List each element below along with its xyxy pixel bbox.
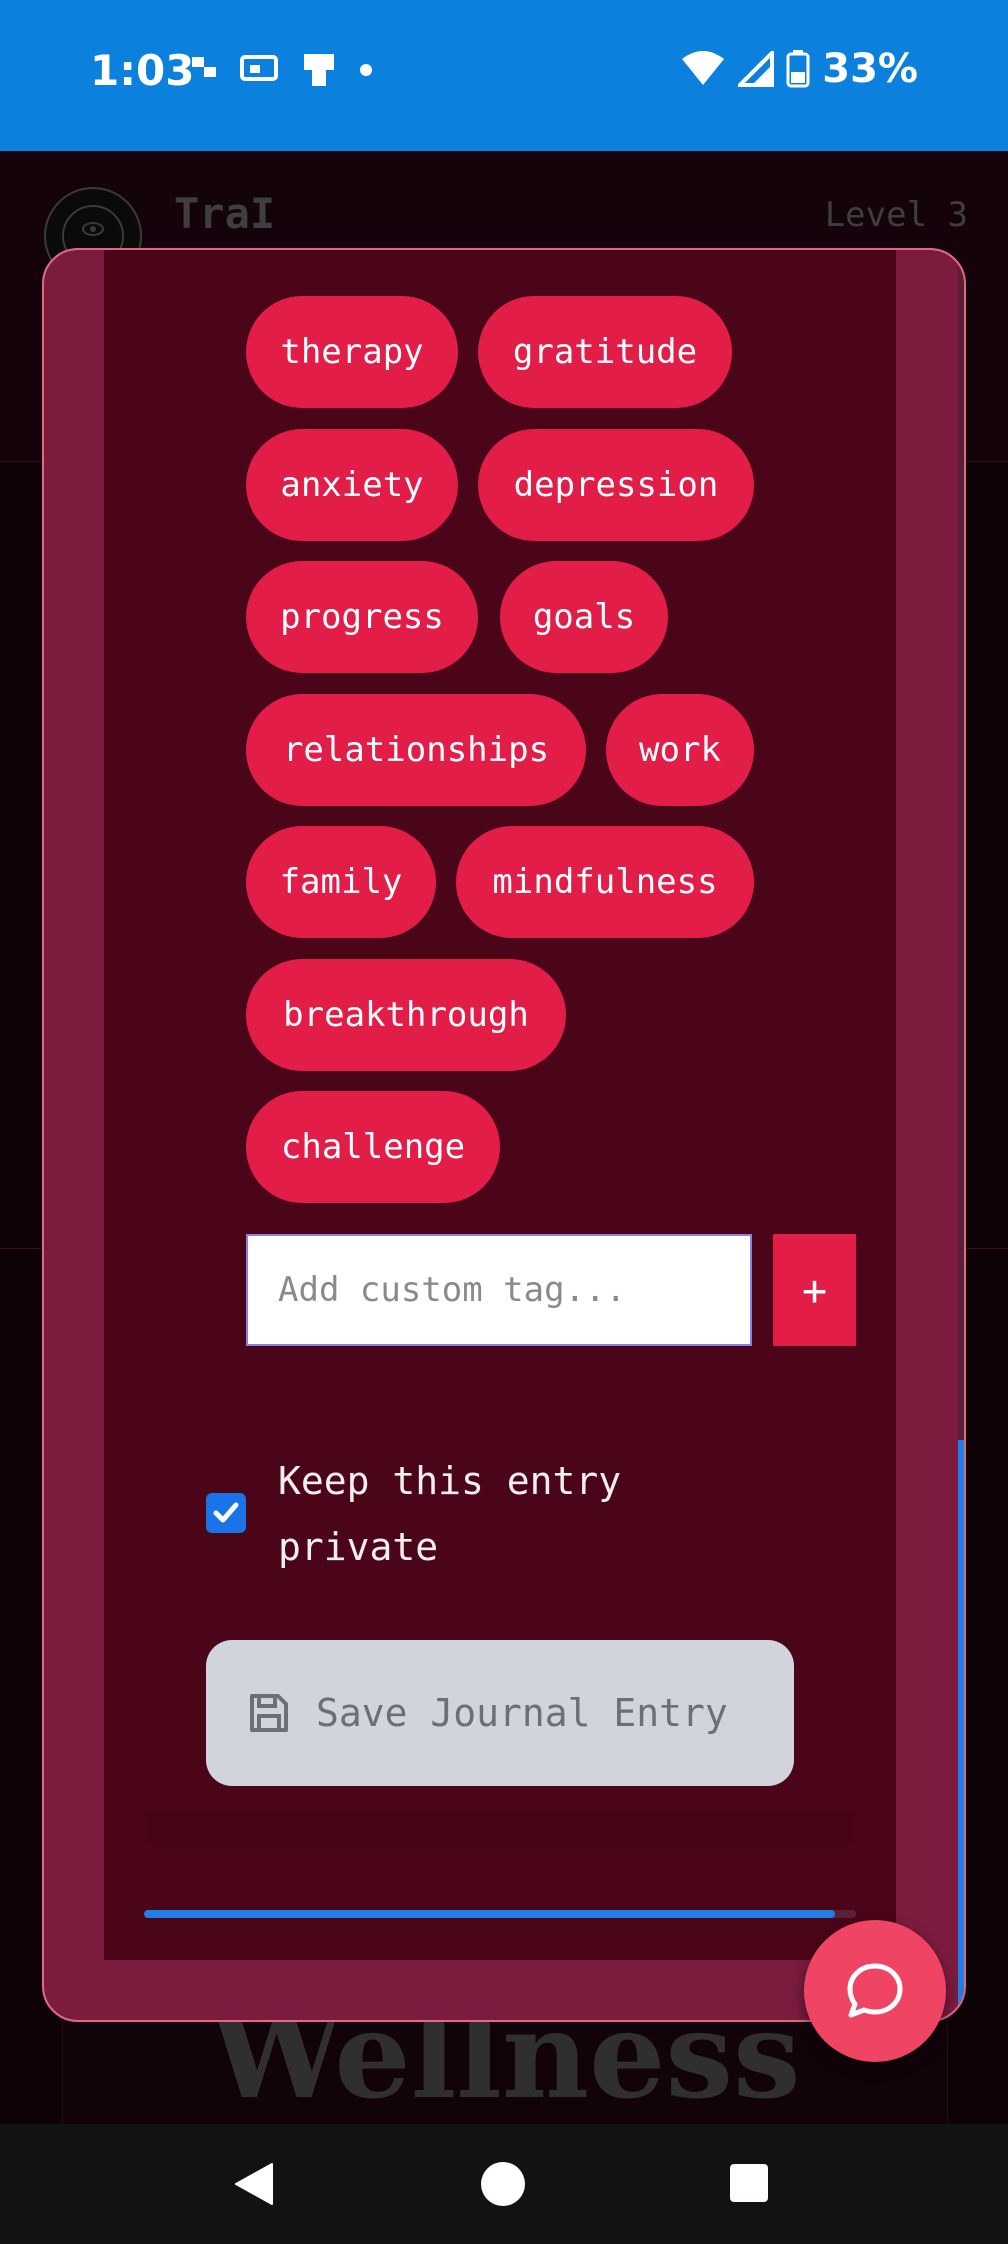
app-title: TraI xyxy=(174,189,276,238)
system-nav-bar xyxy=(0,2124,1008,2244)
custom-tag-input[interactable] xyxy=(246,1234,752,1346)
home-icon[interactable] xyxy=(481,2162,525,2206)
tag-mindfulness[interactable]: mindfulness xyxy=(456,826,754,938)
chat-fab-button[interactable] xyxy=(804,1920,946,2062)
add-tag-button[interactable]: + xyxy=(773,1234,856,1346)
level-indicator: Level 3 xyxy=(824,195,968,235)
card-bottom-edge xyxy=(146,1810,854,1850)
tag-relationships[interactable]: relationships xyxy=(246,694,586,806)
chat-bubble-icon xyxy=(847,1963,903,2018)
back-icon[interactable] xyxy=(232,2162,276,2206)
battery-percent: 33% xyxy=(822,46,918,92)
tag-depression[interactable]: depression xyxy=(478,429,754,541)
tag-goals[interactable]: goals xyxy=(500,561,668,673)
status-time: 1:03 xyxy=(90,46,195,95)
save-journal-button[interactable]: Save Journal Entry xyxy=(206,1640,794,1786)
save-button-label: Save Journal Entry xyxy=(316,1691,728,1735)
scroll-progress-fill xyxy=(144,1910,835,1918)
checkmark-icon xyxy=(213,1502,239,1523)
notification-icon xyxy=(192,57,216,77)
tag-family[interactable]: family xyxy=(246,826,436,938)
tag-therapy[interactable]: therapy xyxy=(246,296,458,408)
save-icon xyxy=(250,1694,288,1732)
private-label[interactable]: Keep this entry private xyxy=(278,1448,708,1580)
tag-work[interactable]: work xyxy=(606,694,754,806)
tags-heading-peek: · · · xyxy=(246,250,348,264)
more-notifications-dot xyxy=(360,64,372,76)
private-checkbox[interactable] xyxy=(206,1493,246,1533)
screen-icon xyxy=(304,54,334,86)
cell-signal-icon xyxy=(738,51,775,87)
status-system-icons: 33% xyxy=(680,46,918,92)
scroll-progress xyxy=(144,1910,856,1918)
status-bar: 1:03 33% xyxy=(0,0,1008,151)
tag-progress[interactable]: progress xyxy=(246,561,478,673)
battery-icon xyxy=(786,50,810,88)
cast-icon xyxy=(240,55,278,81)
tag-anxiety[interactable]: anxiety xyxy=(246,429,458,541)
modal-scroll-thumb[interactable] xyxy=(958,1440,964,2010)
tag-challenge[interactable]: challenge xyxy=(246,1091,500,1203)
tag-breakthrough[interactable]: breakthrough xyxy=(246,959,566,1071)
wifi-icon xyxy=(682,51,725,85)
tag-gratitude[interactable]: gratitude xyxy=(478,296,732,408)
status-notifications xyxy=(192,52,372,88)
recent-apps-icon[interactable] xyxy=(730,2164,768,2202)
